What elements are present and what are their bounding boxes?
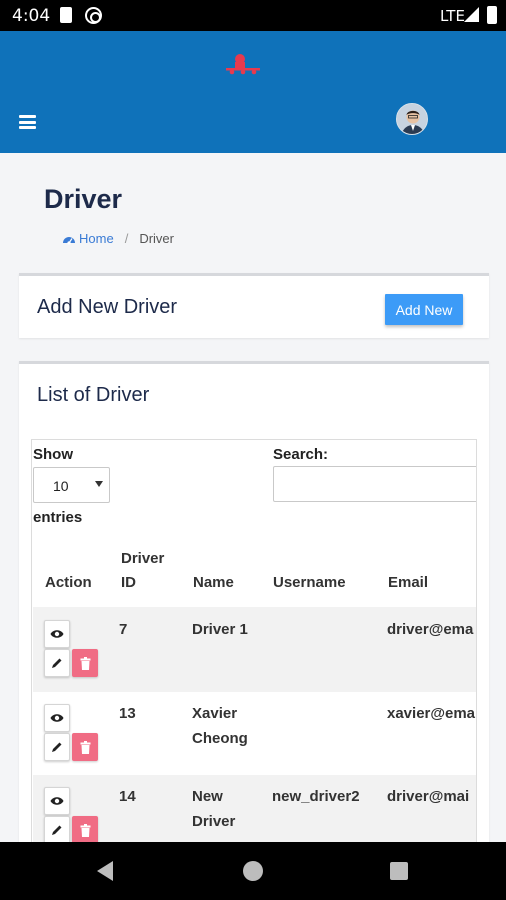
add-new-button[interactable]: Add New	[385, 294, 463, 325]
logo-icon	[226, 54, 260, 75]
pencil-icon	[52, 658, 62, 668]
driver-email-cell: driver@ema	[387, 621, 474, 638]
system-nav-bar	[0, 842, 506, 900]
status-time: 4:04	[12, 6, 51, 26]
driver-list-card: List of Driver Show 10 entries Search: A…	[19, 361, 489, 861]
breadcrumb-home-link[interactable]: Home	[79, 231, 114, 246]
driver-email-cell: driver@mai	[387, 788, 470, 805]
driver-id-cell: 7	[119, 621, 128, 638]
pencil-icon	[52, 742, 62, 752]
caret-down-icon	[95, 481, 103, 487]
entries-label: entries	[33, 509, 83, 526]
table-row: 13 Xavier Cheong xavier@ema	[33, 692, 476, 775]
driver-table: Show 10 entries Search: Action Driver ID…	[31, 439, 477, 861]
column-header-driver-id[interactable]: Driver ID	[121, 547, 176, 595]
trash-icon	[80, 740, 90, 754]
edit-button[interactable]	[44, 649, 70, 677]
view-button[interactable]	[44, 787, 70, 815]
eye-icon	[50, 630, 64, 638]
driver-name-cell: New Driver	[192, 788, 236, 830]
sd-card-icon	[60, 7, 72, 23]
recents-icon[interactable]	[390, 862, 408, 880]
breadcrumb-current: Driver	[139, 231, 174, 246]
driver-name-cell: Xavier Cheong	[192, 705, 248, 747]
network-type-label: LTE	[440, 7, 465, 25]
view-button[interactable]	[44, 704, 70, 732]
app-header	[0, 31, 506, 153]
length-value: 10	[53, 478, 69, 494]
signal-icon	[464, 7, 479, 22]
edit-button[interactable]	[44, 733, 70, 761]
delete-button[interactable]	[72, 816, 98, 844]
delete-button[interactable]	[72, 649, 98, 677]
pencil-icon	[52, 825, 62, 835]
show-label: Show	[33, 446, 73, 463]
search-label: Search:	[273, 446, 329, 463]
view-button[interactable]	[44, 620, 70, 648]
driver-email-cell: xavier@ema	[387, 705, 476, 722]
battery-icon	[487, 6, 497, 24]
driver-id-cell: 14	[119, 788, 136, 805]
driver-list-title: List of Driver	[37, 384, 150, 406]
column-header-action[interactable]: Action	[45, 571, 92, 595]
breadcrumb: Home / Driver	[62, 231, 174, 246]
home-icon	[63, 236, 75, 245]
entries-length-select[interactable]: 10	[33, 467, 110, 503]
column-header-name[interactable]: Name	[193, 571, 234, 595]
home-button-icon[interactable]	[243, 861, 263, 881]
edit-button[interactable]	[44, 816, 70, 844]
delete-button[interactable]	[72, 733, 98, 761]
search-input[interactable]	[273, 466, 476, 502]
breadcrumb-separator: /	[124, 231, 129, 246]
trash-icon	[80, 656, 90, 670]
eye-icon	[50, 714, 64, 722]
add-driver-title: Add New Driver	[37, 296, 178, 318]
driver-id-cell: 13	[119, 705, 136, 722]
hamburger-menu-icon[interactable]	[19, 115, 36, 129]
table-row: 7 Driver 1 driver@ema	[33, 607, 476, 692]
vpn-icon	[85, 7, 102, 24]
back-icon[interactable]	[97, 861, 113, 881]
eye-icon	[50, 797, 64, 805]
add-driver-card: Add New Driver Add New	[19, 273, 489, 338]
trash-icon	[80, 823, 90, 837]
driver-name-cell: Driver 1	[192, 621, 248, 638]
driver-username-cell: new_driver2	[272, 788, 360, 805]
status-bar: 4:04 LTE	[0, 0, 506, 31]
page-title: Driver	[44, 184, 123, 214]
column-header-email[interactable]: Email	[388, 571, 428, 595]
column-header-username[interactable]: Username	[273, 571, 346, 595]
user-avatar[interactable]	[396, 103, 428, 135]
